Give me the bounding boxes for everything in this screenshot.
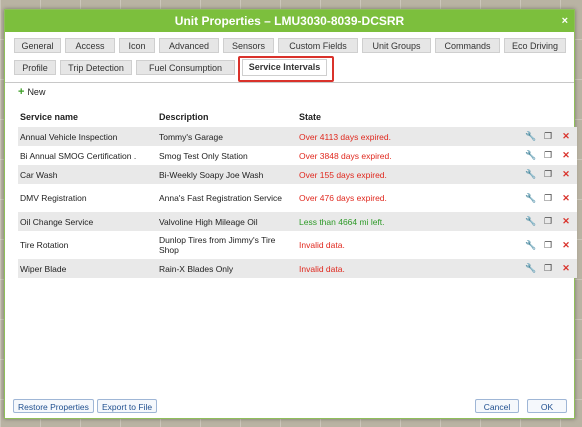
wrench-icon[interactable]: 🔧 <box>525 216 536 227</box>
restore-properties-button[interactable]: Restore Properties <box>13 399 94 413</box>
table-header: Service name Description State <box>18 108 577 127</box>
row-actions: 🔧 ❐ ✕ <box>463 259 577 278</box>
table-row[interactable]: Tire Rotation Dunlop Tires from Jimmy's T… <box>18 231 577 259</box>
new-button-label: New <box>27 87 46 97</box>
copy-icon[interactable]: ❐ <box>543 169 553 180</box>
table-row[interactable]: Oil Change Service Valvoline High Mileage… <box>18 212 577 231</box>
state-cell: Over 155 days expired. <box>297 165 463 184</box>
dialog-titlebar: Unit Properties – LMU3030-8039-DCSRR × <box>5 10 574 32</box>
row-actions: 🔧 ❐ ✕ <box>463 212 577 231</box>
table-row[interactable]: DMV Registration Anna's Fast Registration… <box>18 184 577 212</box>
description-cell: Dunlop Tires from Jimmy's Tire Shop <box>157 231 297 259</box>
delete-icon[interactable]: ✕ <box>561 263 571 274</box>
copy-icon[interactable]: ❐ <box>543 240 553 251</box>
tab-commands[interactable]: Commands <box>435 38 500 53</box>
row-actions: 🔧 ❐ ✕ <box>463 146 577 165</box>
service-name-cell: Annual Vehicle Inspection <box>18 127 157 146</box>
column-state: State <box>299 112 322 122</box>
description-cell: Smog Test Only Station <box>157 146 297 165</box>
column-description: Description <box>159 112 209 122</box>
row-actions: 🔧 ❐ ✕ <box>463 231 577 259</box>
wrench-icon[interactable]: 🔧 <box>525 240 536 251</box>
copy-icon[interactable]: ❐ <box>543 263 553 274</box>
tab-fuel-consumption[interactable]: Fuel Consumption <box>136 60 235 75</box>
state-cell: Over 476 days expired. <box>297 184 463 212</box>
description-cell: Bi-Weekly Soapy Joe Wash <box>157 165 297 184</box>
delete-icon[interactable]: ✕ <box>561 131 571 142</box>
copy-icon[interactable]: ❐ <box>543 131 553 142</box>
copy-icon[interactable]: ❐ <box>543 216 553 227</box>
state-cell: Invalid data. <box>297 259 463 278</box>
copy-icon[interactable]: ❐ <box>543 193 553 204</box>
wrench-icon[interactable]: 🔧 <box>525 150 536 161</box>
dialog-title: Unit Properties – LMU3030-8039-DCSRR <box>174 14 405 28</box>
service-name-cell: Bi Annual SMOG Certification . <box>18 146 157 165</box>
tab-eco-driving[interactable]: Eco Driving <box>504 38 566 53</box>
service-intervals-table: Service name Description State Annual Ve… <box>18 108 577 278</box>
row-actions: 🔧 ❐ ✕ <box>463 127 577 146</box>
tab-sensors[interactable]: Sensors <box>223 38 274 53</box>
wrench-icon[interactable]: 🔧 <box>525 169 536 180</box>
table-row[interactable]: Annual Vehicle Inspection Tommy's Garage O… <box>18 127 577 146</box>
copy-icon[interactable]: ❐ <box>543 150 553 161</box>
tab-access[interactable]: Access <box>65 38 115 53</box>
state-cell: Less than 4664 mi left. <box>297 212 463 231</box>
unit-properties-dialog: Unit Properties – LMU3030-8039-DCSRR × G… <box>4 9 577 419</box>
description-cell: Tommy's Garage <box>157 127 297 146</box>
delete-icon[interactable]: ✕ <box>561 150 571 161</box>
tab-advanced[interactable]: Advanced <box>159 38 219 53</box>
description-cell: Valvoline High Mileage Oil <box>157 212 297 231</box>
export-to-file-button[interactable]: Export to File <box>97 399 158 413</box>
cancel-button[interactable]: Cancel <box>475 399 519 413</box>
state-cell: Over 4113 days expired. <box>297 127 463 146</box>
column-service-name: Service name <box>20 112 79 122</box>
service-name-cell: Oil Change Service <box>18 212 157 231</box>
wrench-icon[interactable]: 🔧 <box>525 131 536 142</box>
tab-custom-fields[interactable]: Custom Fields <box>278 38 358 53</box>
tab-trip-detection[interactable]: Trip Detection <box>60 60 132 75</box>
new-button[interactable]: + New <box>18 86 45 98</box>
tab-bar: General Access Icon Advanced Sensors Cus… <box>5 32 574 83</box>
tab-icon[interactable]: Icon <box>119 38 155 53</box>
state-cell: Invalid data. <box>297 231 463 259</box>
close-icon[interactable]: × <box>562 10 568 32</box>
service-name-cell: DMV Registration <box>18 184 157 212</box>
service-name-cell: Tire Rotation <box>18 231 157 259</box>
delete-icon[interactable]: ✕ <box>561 240 571 251</box>
table-row[interactable]: Bi Annual SMOG Certification . Smog Test … <box>18 146 577 165</box>
service-name-cell: Car Wash <box>18 165 157 184</box>
ok-button[interactable]: OK <box>527 399 567 413</box>
state-cell: Over 3848 days expired. <box>297 146 463 165</box>
delete-icon[interactable]: ✕ <box>561 216 571 227</box>
delete-icon[interactable]: ✕ <box>561 169 571 180</box>
wrench-icon[interactable]: 🔧 <box>525 263 536 274</box>
plus-icon: + <box>18 86 25 98</box>
table-row[interactable]: Wiper Blade Rain-X Blades Only Invalid dat… <box>18 259 577 278</box>
column-actions <box>463 108 577 127</box>
tab-profile[interactable]: Profile <box>14 60 56 75</box>
tab-general[interactable]: General <box>14 38 61 53</box>
row-actions: 🔧 ❐ ✕ <box>463 184 577 212</box>
service-name-cell: Wiper Blade <box>18 259 157 278</box>
description-cell: Rain-X Blades Only <box>157 259 297 278</box>
tab-unit-groups[interactable]: Unit Groups <box>362 38 431 53</box>
description-cell: Anna's Fast Registration Service <box>157 184 297 212</box>
delete-icon[interactable]: ✕ <box>561 193 571 204</box>
table-row[interactable]: Car Wash Bi-Weekly Soapy Joe Wash Over 155… <box>18 165 577 184</box>
wrench-icon[interactable]: 🔧 <box>525 193 536 204</box>
row-actions: 🔧 ❐ ✕ <box>463 165 577 184</box>
tab-service-intervals[interactable]: Service Intervals <box>242 59 327 76</box>
